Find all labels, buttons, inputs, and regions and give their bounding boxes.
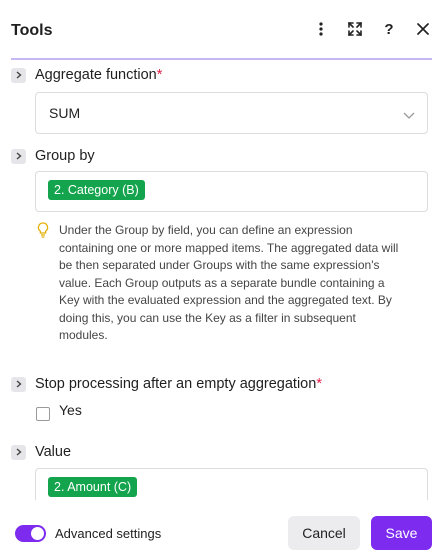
- header-actions: ?: [312, 20, 432, 38]
- chevron-right-icon[interactable]: [11, 444, 26, 460]
- field-label-value[interactable]: Value: [11, 444, 71, 460]
- chevron-right-icon[interactable]: [11, 67, 26, 83]
- mapped-item-pill[interactable]: 2. Category (B): [48, 180, 145, 200]
- chevron-right-icon[interactable]: [11, 148, 26, 164]
- hint-text: Under the Group by field, you can define…: [59, 223, 399, 342]
- help-icon[interactable]: ?: [380, 20, 398, 38]
- field-label-text: Value: [35, 444, 72, 460]
- panel-title: Tools: [11, 22, 53, 39]
- save-button[interactable]: Save: [371, 516, 432, 550]
- advanced-settings-toggle[interactable]: [15, 525, 46, 542]
- field-label-group-by[interactable]: Group by: [11, 148, 95, 164]
- required-marker: *: [156, 67, 163, 83]
- panel-footer: Advanced settings Cancel Save: [0, 500, 442, 559]
- panel-header: Tools ?: [0, 0, 442, 60]
- stop-processing-checkbox[interactable]: [36, 407, 50, 421]
- value-input[interactable]: 2. Amount (C): [35, 468, 428, 500]
- cancel-button[interactable]: Cancel: [288, 516, 360, 550]
- field-label-aggregate-function[interactable]: Aggregate function*: [11, 67, 162, 83]
- field-label-text: Stop processing after an empty aggregati…: [35, 376, 322, 392]
- lightbulb-icon: [37, 222, 49, 243]
- field-label-text: Aggregate function*: [35, 67, 163, 83]
- close-icon[interactable]: [414, 20, 432, 38]
- group-by-input[interactable]: 2. Category (B): [35, 171, 428, 212]
- chevron-right-icon[interactable]: [11, 376, 26, 392]
- expand-icon[interactable]: [346, 20, 364, 38]
- group-by-hint: Under the Group by field, you can define…: [37, 222, 407, 352]
- form-scroll-area[interactable]: Aggregate function* SUM Group by 2. Cate…: [0, 60, 442, 500]
- advanced-settings-label[interactable]: Advanced settings: [55, 526, 161, 541]
- checkbox-label-yes[interactable]: Yes: [59, 402, 82, 418]
- toggle-knob: [31, 527, 44, 540]
- required-marker: *: [316, 376, 322, 392]
- mapped-item-pill[interactable]: 2. Amount (C): [48, 477, 138, 497]
- chevron-down-icon[interactable]: [403, 107, 415, 125]
- field-label-text: Group by: [35, 148, 95, 164]
- more-vertical-icon[interactable]: [312, 20, 330, 38]
- select-value: SUM: [49, 105, 81, 121]
- field-label-stop-processing[interactable]: Stop processing after an empty aggregati…: [11, 376, 322, 392]
- aggregate-function-select[interactable]: SUM: [35, 92, 428, 134]
